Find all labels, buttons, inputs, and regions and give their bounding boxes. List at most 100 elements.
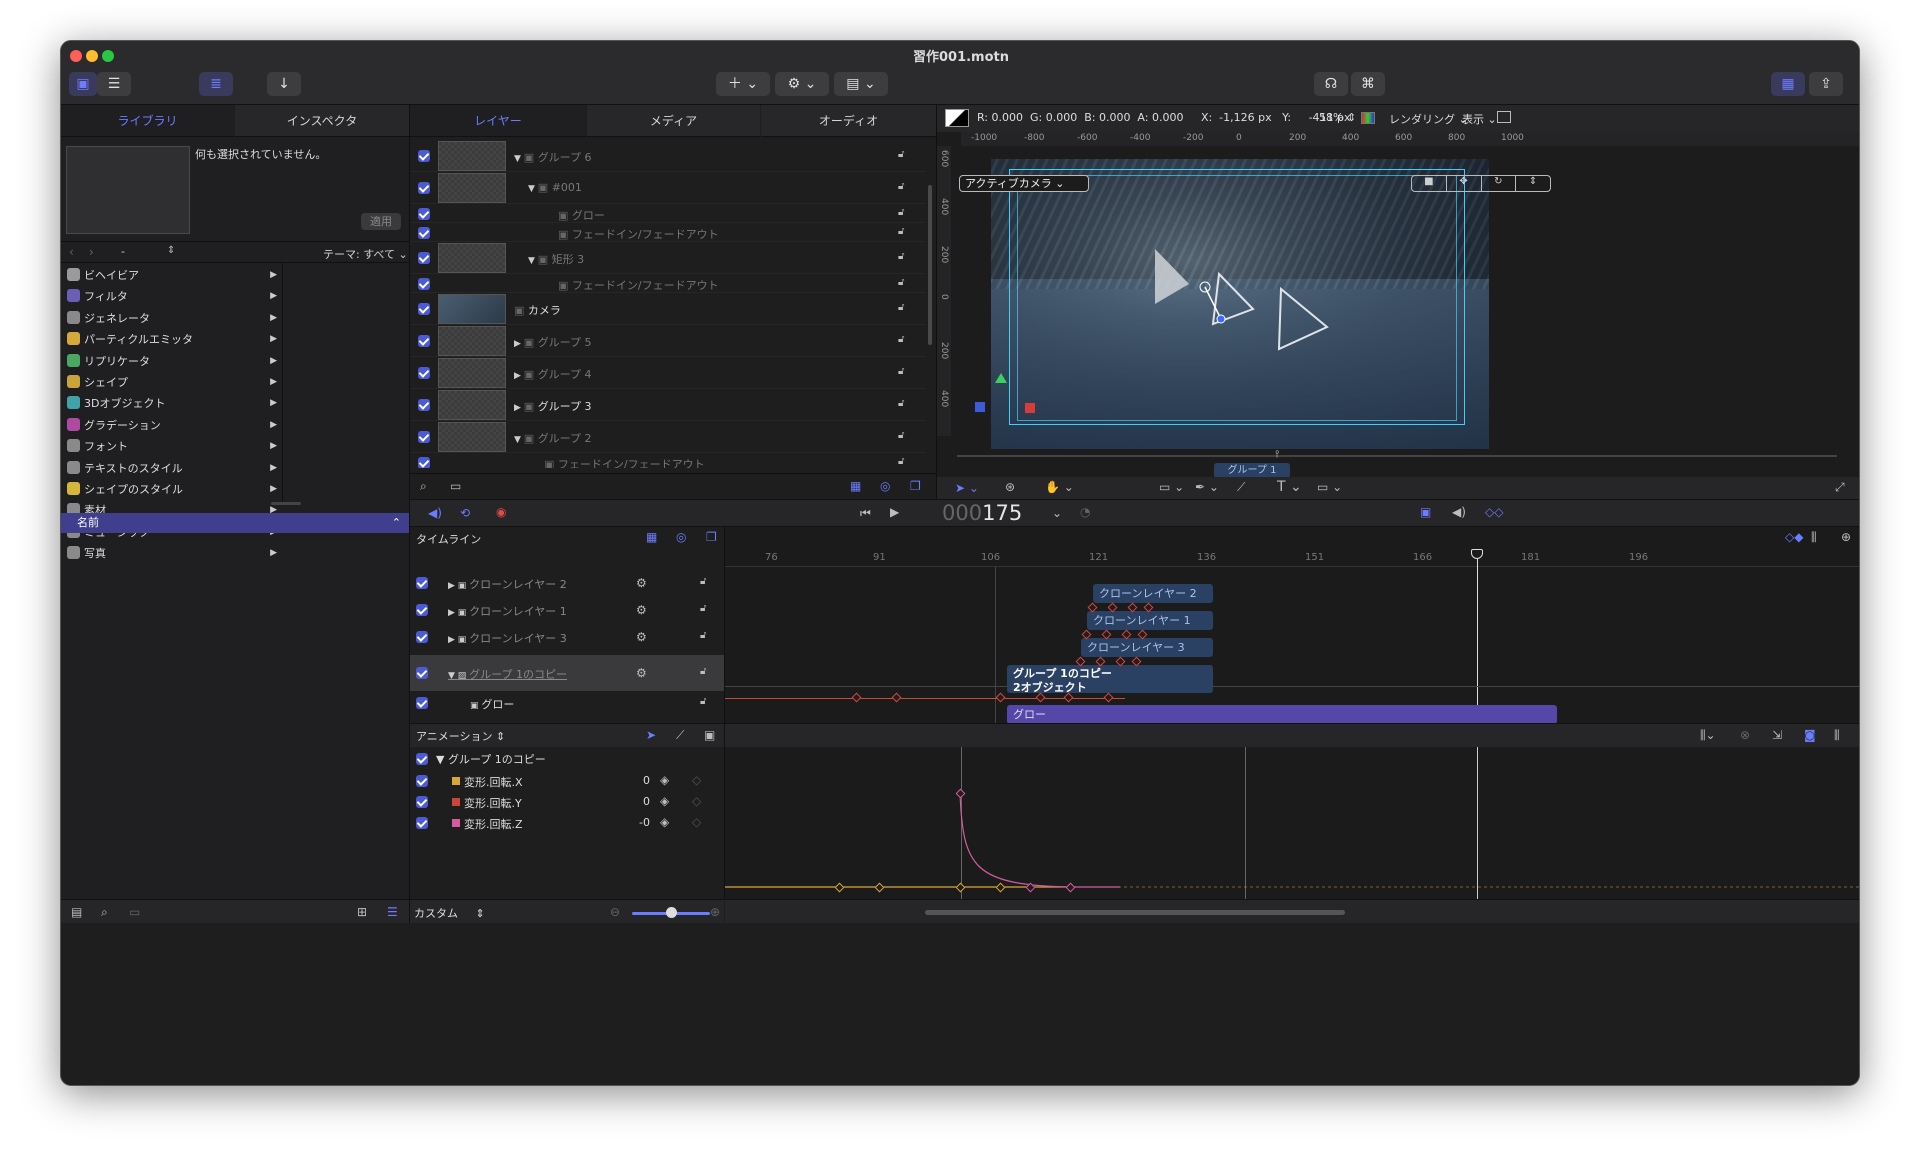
splitter-handle[interactable] [271, 502, 301, 505]
layer-row[interactable]: ▶ ▣ グループ 3 🔓︎ [410, 389, 926, 421]
row-checkbox[interactable] [416, 631, 428, 643]
parameter-checkbox[interactable] [416, 775, 428, 787]
curve-snap-icon[interactable]: ⫼ [1834, 728, 1840, 743]
layer-checkbox[interactable] [418, 456, 430, 468]
layer-name[interactable]: ▣ グロー [558, 207, 605, 223]
timeline-row-name[interactable]: ▶ ▣ クローンレイヤー 1 [448, 603, 567, 619]
parameter-checkbox[interactable] [416, 796, 428, 808]
disclosure-icon[interactable]: ▶ [514, 403, 524, 413]
zoom-in-icon[interactable]: ⊕ [710, 905, 720, 919]
view-layout-icon[interactable] [1497, 111, 1511, 123]
bar-clone-1[interactable]: クローンレイヤー 1 [1087, 611, 1213, 630]
tab-layers[interactable]: レイヤー [410, 105, 586, 137]
layer-name[interactable]: ▶ ▣ グループ 4 [514, 366, 592, 382]
fullscreen-icon[interactable]: ⤢ [1835, 480, 1845, 495]
pan-icon[interactable]: ✥ [1447, 176, 1482, 191]
layer-checkbox[interactable] [418, 335, 430, 347]
list-header[interactable]: 名前 ⌃ [61, 513, 409, 533]
apply-button[interactable]: 適用 [361, 213, 401, 230]
tab-media[interactable]: メディア [587, 105, 760, 137]
disclosure-icon[interactable]: ▣ [470, 701, 481, 711]
timecode-format-icon[interactable]: ⌄ [1052, 506, 1062, 520]
play-icon[interactable]: ▶ [890, 505, 899, 519]
checker-icon[interactable]: ▦ [850, 479, 861, 493]
row-checkbox[interactable] [416, 577, 428, 589]
timing-toggle-button[interactable]: ▦ [1771, 72, 1805, 96]
library-search-icon[interactable]: ⌕ [101, 905, 108, 920]
lock-icon[interactable]: 🔓︎ [898, 207, 904, 218]
timeline-row-name[interactable]: ▶ ▣ クローンレイヤー 3 [448, 630, 567, 646]
layer-row[interactable]: ▣ フェードイン/フェードアウト 🔓︎ [410, 274, 926, 293]
layer-row[interactable]: ▼ ▣ 矩形 3 🔓︎ [410, 242, 926, 274]
axis-y-handle[interactable] [995, 373, 1007, 383]
go-to-start-icon[interactable]: ⏮ [860, 506, 871, 521]
mini-group-bar[interactable]: グループ 1 [1214, 463, 1290, 478]
library-item[interactable]: リプリケータ ▶ [67, 351, 277, 372]
add-keyframe-icon[interactable]: ◈ [660, 815, 669, 829]
lock-icon[interactable]: 🔓︎ [898, 366, 904, 377]
library-item[interactable]: 写真 ▶ [67, 543, 277, 564]
grid-view-icon[interactable]: ⊞ [357, 905, 367, 919]
library-item[interactable]: フィルタ ▶ [67, 286, 277, 307]
lock-icon[interactable]: 🔓︎ [898, 277, 904, 288]
gear-icon[interactable]: ⚙ [636, 576, 647, 590]
library-item[interactable]: テキストのスタイル ▶ [67, 458, 277, 479]
library-item[interactable]: ジェネレータ ▶ [67, 308, 277, 329]
disclosure-icon[interactable]: ▼ [528, 256, 538, 266]
lock-icon[interactable]: 🔓︎ [898, 398, 904, 409]
library-item[interactable]: グラデーション ▶ [67, 415, 277, 436]
layer-checkbox[interactable] [418, 277, 430, 290]
mask-icon[interactable]: ◎ [880, 479, 890, 493]
layer-checkbox[interactable] [418, 399, 430, 411]
parameter-value[interactable]: 0 [630, 774, 650, 787]
select-keyframe-icon[interactable]: ➤ [646, 728, 656, 742]
layer-name[interactable]: ▣ フェードイン/フェードアウト [544, 456, 705, 469]
tab-library[interactable]: ライブラリ [61, 105, 234, 137]
library-item[interactable]: シェイプのスタイル ▶ [67, 479, 277, 500]
layer-checkbox[interactable] [418, 252, 430, 264]
layer-row[interactable]: ▼ ▣ グループ 6 🔓︎ [410, 140, 926, 172]
lock-icon[interactable]: 🔓︎ [898, 430, 904, 441]
lock-icon[interactable]: 🔓︎ [700, 603, 706, 614]
transform-box-icon[interactable]: ▣ [704, 728, 715, 742]
rectangle-tool-icon[interactable]: ▭ ⌄ [1159, 480, 1184, 494]
custom-selector[interactable]: カスタム ⇕ [414, 905, 485, 921]
lock-icon[interactable]: 🔓︎ [898, 181, 904, 192]
animation-dropdown[interactable]: アニメーション ⇕ [416, 728, 505, 744]
timeline-row-name[interactable]: ▣ グロー [470, 696, 514, 712]
thumbnail-toggle-icon[interactable]: ▭ [450, 479, 461, 493]
layers-scrollbar[interactable] [928, 185, 932, 345]
layer-checkbox[interactable] [418, 182, 430, 194]
parameter-row[interactable]: 変形.回転.Y 0 ◈ ◇ [410, 792, 724, 812]
mask-tool-icon[interactable]: ▭ ⌄ [1317, 480, 1342, 494]
canvas-viewport[interactable] [991, 159, 1489, 449]
behaviors-button[interactable]: ⚙ ⌄ [775, 72, 829, 96]
import-button[interactable]: ↓ [267, 72, 301, 96]
layer-name[interactable]: ▣ フェードイン/フェードアウト [558, 226, 719, 242]
timeline-scrollbar[interactable] [925, 910, 1345, 915]
parameter-row[interactable]: 変形.回転.X 0 ◈ ◇ [410, 771, 724, 791]
list-view-icon[interactable]: ☰ [387, 905, 398, 919]
timeline-row-name[interactable]: ▶ ▣ クローンレイヤー 2 [448, 576, 567, 592]
lock-icon[interactable]: 🔓︎ [700, 630, 706, 641]
add-object-button[interactable]: ＋ ⌄ [716, 72, 770, 96]
lock-icon[interactable]: 🔓︎ [700, 666, 706, 677]
anchor-tool-icon[interactable]: ⊛ [1005, 480, 1015, 494]
filters-button[interactable]: ▤ ⌄ [834, 72, 888, 96]
command-button[interactable]: ⌘ [1351, 72, 1385, 96]
layer-row[interactable]: ▼ ▣ グループ 2 🔓︎ [410, 421, 926, 453]
layer-row[interactable]: ▼ ▣ #001 🔓︎ [410, 172, 926, 204]
layer-row[interactable]: ▣ フェードイン/フェードアウト 🔓︎ [410, 223, 926, 242]
keyframe-icon[interactable]: ◇ [692, 815, 701, 829]
tab-inspector[interactable]: インスペクタ [235, 105, 409, 137]
layer-name[interactable]: ▣ フェードイン/フェードアウト [558, 277, 719, 293]
disclosure-icon[interactable]: ▶ ▣ [448, 581, 469, 591]
parameter-value[interactable]: -0 [630, 816, 650, 829]
loop-icon[interactable]: ⟲ [460, 506, 470, 520]
bar-glow[interactable]: グロー [1007, 705, 1557, 723]
layer-checkbox[interactable] [418, 303, 430, 315]
lock-icon[interactable]: 🔓︎ [700, 576, 706, 587]
parameter-value[interactable]: 0 [630, 795, 650, 808]
timeline-view-icon[interactable]: ▣ [1420, 505, 1431, 519]
fit-curves-icon[interactable]: ⇲ [1772, 728, 1782, 742]
